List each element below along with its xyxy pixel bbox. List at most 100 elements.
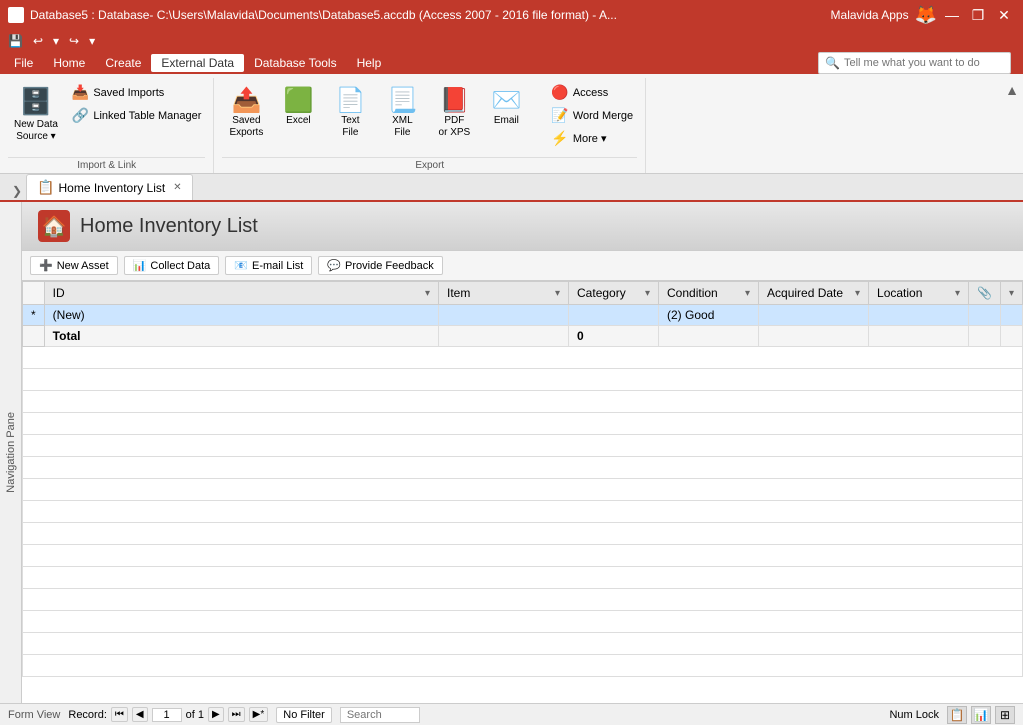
app-branding: Malavida Apps 🦊 — [831, 5, 937, 26]
th-acquired-date[interactable]: Acquired Date ▾ — [759, 282, 869, 305]
of-label: of 1 — [186, 709, 204, 721]
th-condition[interactable]: Condition ▾ — [659, 282, 759, 305]
excel-button[interactable]: 🟩 Excel — [274, 82, 322, 130]
import-link-group-label: Import & Link — [8, 157, 205, 173]
collect-data-button[interactable]: 📊 Collect Data — [124, 256, 220, 275]
more-button[interactable]: ⚡ More ▾ — [547, 128, 637, 149]
content-area: 🏠 Home Inventory List ➕ New Asset 📊 Coll… — [22, 202, 1023, 703]
linked-table-manager-button[interactable]: 🔗 Linked Table Manager — [68, 105, 205, 126]
email-button[interactable]: ✉️ Email — [482, 82, 530, 130]
menu-home[interactable]: Home — [43, 54, 95, 72]
menu-create[interactable]: Create — [95, 54, 151, 72]
cell-category-total: 0 — [569, 326, 659, 347]
status-search-input[interactable] — [340, 707, 420, 723]
cell-item-new[interactable] — [439, 305, 569, 326]
acquired-sort-icon: ▾ — [855, 288, 860, 299]
cell-location-new[interactable] — [869, 305, 969, 326]
status-bar-right: Num Lock 📋 📊 ⊞ — [889, 706, 1015, 724]
th-condition-label: Condition — [667, 286, 718, 300]
table-row-empty-13 — [23, 611, 1023, 633]
feedback-label: Provide Feedback — [345, 260, 434, 272]
xml-file-icon: 📃 — [387, 86, 417, 115]
th-id[interactable]: ID ▾ — [44, 282, 438, 305]
row-selector-total — [23, 326, 45, 347]
ribbon-search-box[interactable]: 🔍 — [818, 52, 1011, 74]
view-datasheet-button[interactable]: 📊 — [971, 706, 991, 724]
saved-imports-button[interactable]: 📥 Saved Imports — [68, 82, 205, 103]
tab-home-inventory[interactable]: 📋 Home Inventory List ✕ — [26, 174, 193, 200]
app-name: Malavida Apps — [831, 8, 909, 22]
th-acquired-date-label: Acquired Date — [767, 286, 843, 300]
view-form-button[interactable]: 📋 — [947, 706, 967, 724]
excel-icon: 🟩 — [283, 86, 313, 115]
no-filter-button[interactable]: No Filter — [276, 707, 332, 723]
undo-drop-btn[interactable]: ▾ — [49, 32, 63, 50]
tab-nav-left[interactable]: ❯ — [8, 182, 26, 200]
qa-customize-btn[interactable]: ▾ — [85, 32, 99, 50]
minimize-button[interactable]: — — [941, 5, 963, 25]
menu-database-tools[interactable]: Database Tools — [244, 54, 347, 72]
form-header: 🏠 Home Inventory List — [22, 202, 1023, 251]
last-record-button[interactable]: ⏭ — [228, 707, 245, 722]
saved-imports-label: Saved Imports — [93, 87, 164, 99]
view-layout-button[interactable]: ⊞ — [995, 706, 1015, 724]
cell-category-new[interactable] — [569, 305, 659, 326]
ribbon-collapse-button[interactable]: ▲ — [1005, 82, 1019, 98]
cell-condition-new[interactable]: (2) Good — [659, 305, 759, 326]
navigation-pane[interactable]: Navigation Pane — [0, 202, 22, 703]
email-label: Email — [494, 115, 519, 126]
th-category[interactable]: Category ▾ — [569, 282, 659, 305]
cell-condition-total — [659, 326, 759, 347]
th-location[interactable]: Location ▾ — [869, 282, 969, 305]
word-merge-button[interactable]: 📝 Word Merge — [547, 105, 637, 126]
save-quick-btn[interactable]: 💾 — [4, 32, 27, 50]
new-data-source-icon: 🗄️ — [20, 86, 52, 117]
email-list-button[interactable]: 📧 E-mail List — [225, 256, 312, 275]
cell-item-total — [439, 326, 569, 347]
more-label: More ▾ — [573, 132, 607, 145]
th-item[interactable]: Item ▾ — [439, 282, 569, 305]
table-row-empty-15 — [23, 655, 1023, 677]
th-attachment[interactable]: 📎 — [969, 282, 1001, 305]
menu-file[interactable]: File — [4, 54, 43, 72]
text-file-button[interactable]: 📄 TextFile — [326, 82, 374, 143]
pdf-xps-button[interactable]: 📕 PDFor XPS — [430, 82, 478, 143]
maximize-button[interactable]: ❐ — [967, 5, 989, 25]
new-asset-button[interactable]: ➕ New Asset — [30, 256, 118, 275]
undo-quick-btn[interactable]: ↩ — [29, 32, 47, 50]
th-selector — [23, 282, 45, 305]
email-list-label: E-mail List — [252, 260, 303, 272]
redo-quick-btn[interactable]: ↪ — [65, 32, 83, 50]
cell-attach-new[interactable] — [969, 305, 1001, 326]
xml-file-button[interactable]: 📃 XMLFile — [378, 82, 426, 143]
cell-id-new[interactable]: (New) — [44, 305, 438, 326]
first-record-button[interactable]: ⏮ — [111, 707, 128, 722]
excel-label: Excel — [286, 115, 310, 126]
menu-help[interactable]: Help — [347, 54, 392, 72]
record-number-input[interactable] — [152, 708, 182, 722]
provide-feedback-button[interactable]: 💬 Provide Feedback — [318, 256, 442, 275]
new-data-source-button[interactable]: 🗄️ New DataSource ▾ — [8, 82, 64, 147]
prev-record-button[interactable]: ◀ — [132, 707, 148, 722]
th-extra: ▾ — [1000, 282, 1022, 305]
table-row-empty-3 — [23, 391, 1023, 413]
saved-exports-button[interactable]: 📤 SavedExports — [222, 82, 270, 143]
access-button[interactable]: 🔴 Access — [547, 82, 637, 103]
ribbon-search-input[interactable] — [844, 57, 1004, 69]
new-asset-label: New Asset — [57, 260, 109, 272]
cell-extra-new — [1000, 305, 1022, 326]
next-record-button[interactable]: ▶ — [208, 707, 224, 722]
table-row-new[interactable]: * (New) (2) Good — [23, 305, 1023, 326]
email-icon: ✉️ — [491, 86, 521, 115]
data-table: ID ▾ Item ▾ Category — [22, 281, 1023, 703]
tab-close-button[interactable]: ✕ — [173, 182, 181, 193]
table-row-empty-14 — [23, 633, 1023, 655]
record-label: Record: — [68, 709, 107, 721]
saved-exports-label: SavedExports — [229, 115, 263, 139]
new-record-button[interactable]: ▶* — [249, 707, 269, 722]
close-button[interactable]: ✕ — [993, 5, 1015, 25]
export-group-label: Export — [222, 157, 637, 173]
menu-external-data[interactable]: External Data — [151, 54, 244, 72]
cell-acquired-new[interactable] — [759, 305, 869, 326]
linked-table-icon: 🔗 — [72, 107, 89, 124]
